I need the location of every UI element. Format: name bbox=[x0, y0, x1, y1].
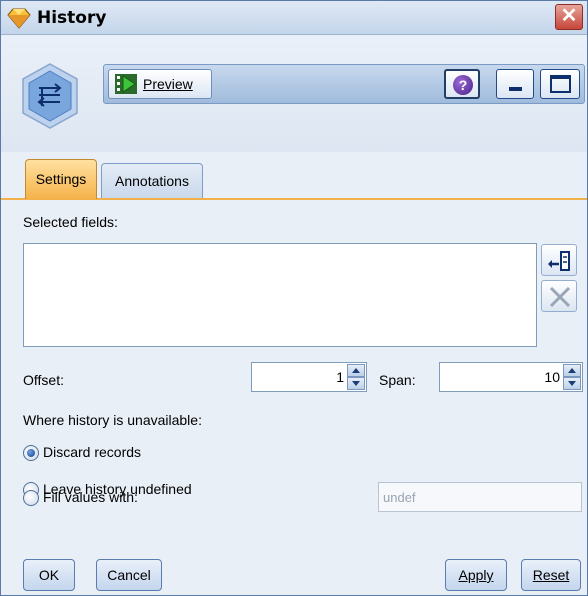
reset-button[interactable]: Reset bbox=[521, 559, 581, 591]
fill-value-field[interactable]: undef bbox=[378, 482, 582, 512]
history-unavailable-label: Where history is unavailable: bbox=[23, 412, 202, 428]
offset-label: Offset: bbox=[23, 372, 64, 388]
close-icon: ✕ bbox=[560, 5, 578, 27]
tab-settings[interactable]: Settings bbox=[25, 159, 97, 199]
fill-values-label: Fill values with: bbox=[43, 489, 138, 505]
minimize-button[interactable] bbox=[496, 69, 534, 99]
reset-label: Reset bbox=[532, 567, 570, 583]
offset-stepper-arrows[interactable] bbox=[347, 364, 365, 390]
title-bar[interactable]: History ✕ bbox=[1, 1, 587, 35]
field-picker-button[interactable] bbox=[541, 244, 577, 276]
ok-button[interactable]: OK bbox=[23, 559, 75, 591]
help-button[interactable]: ? bbox=[444, 69, 480, 99]
span-value: 10 bbox=[544, 369, 560, 385]
offset-down-arrow-icon[interactable] bbox=[347, 377, 365, 390]
history-dialog: History ✕ Preview ? Settings Annotations… bbox=[0, 0, 588, 596]
preview-icon bbox=[115, 74, 137, 94]
offset-value: 1 bbox=[336, 369, 344, 385]
node-toolbar: Preview ? bbox=[103, 64, 585, 104]
offset-stepper[interactable]: 1 bbox=[251, 362, 367, 392]
close-button[interactable]: ✕ bbox=[555, 4, 583, 30]
discard-records-label: Discard records bbox=[43, 444, 142, 460]
apply-button[interactable]: Apply bbox=[445, 559, 507, 591]
cancel-button[interactable]: Cancel bbox=[96, 559, 162, 591]
preview-label: Preview bbox=[143, 76, 193, 92]
span-stepper[interactable]: 10 bbox=[439, 362, 583, 392]
tab-annotations[interactable]: Annotations bbox=[101, 163, 203, 199]
preview-button[interactable]: Preview bbox=[108, 69, 212, 99]
span-label: Span: bbox=[379, 372, 416, 388]
selected-fields-label: Selected fields: bbox=[23, 214, 118, 230]
settings-panel: Selected fields: Offset: 1 Span: 10 Wher… bbox=[1, 198, 587, 595]
help-icon: ? bbox=[453, 75, 473, 95]
span-stepper-arrows[interactable] bbox=[563, 364, 581, 390]
maximize-button[interactable] bbox=[540, 69, 580, 99]
field-picker-icon bbox=[548, 251, 570, 271]
span-up-arrow-icon[interactable] bbox=[563, 364, 581, 377]
header-area: Preview ? bbox=[1, 36, 587, 152]
diamond-app-icon bbox=[7, 8, 31, 29]
minimize-icon bbox=[509, 87, 522, 91]
radio-unselected-icon[interactable] bbox=[23, 490, 39, 506]
history-node-icon bbox=[22, 63, 78, 129]
maximize-icon bbox=[550, 75, 571, 93]
remove-field-button[interactable] bbox=[541, 280, 577, 312]
apply-label: Apply bbox=[458, 567, 494, 583]
delete-x-icon bbox=[549, 286, 571, 308]
selected-fields-list[interactable] bbox=[23, 243, 537, 347]
span-down-arrow-icon[interactable] bbox=[563, 377, 581, 390]
radio-selected-icon[interactable] bbox=[23, 445, 39, 461]
window-title: History bbox=[37, 8, 107, 28]
offset-up-arrow-icon[interactable] bbox=[347, 364, 365, 377]
